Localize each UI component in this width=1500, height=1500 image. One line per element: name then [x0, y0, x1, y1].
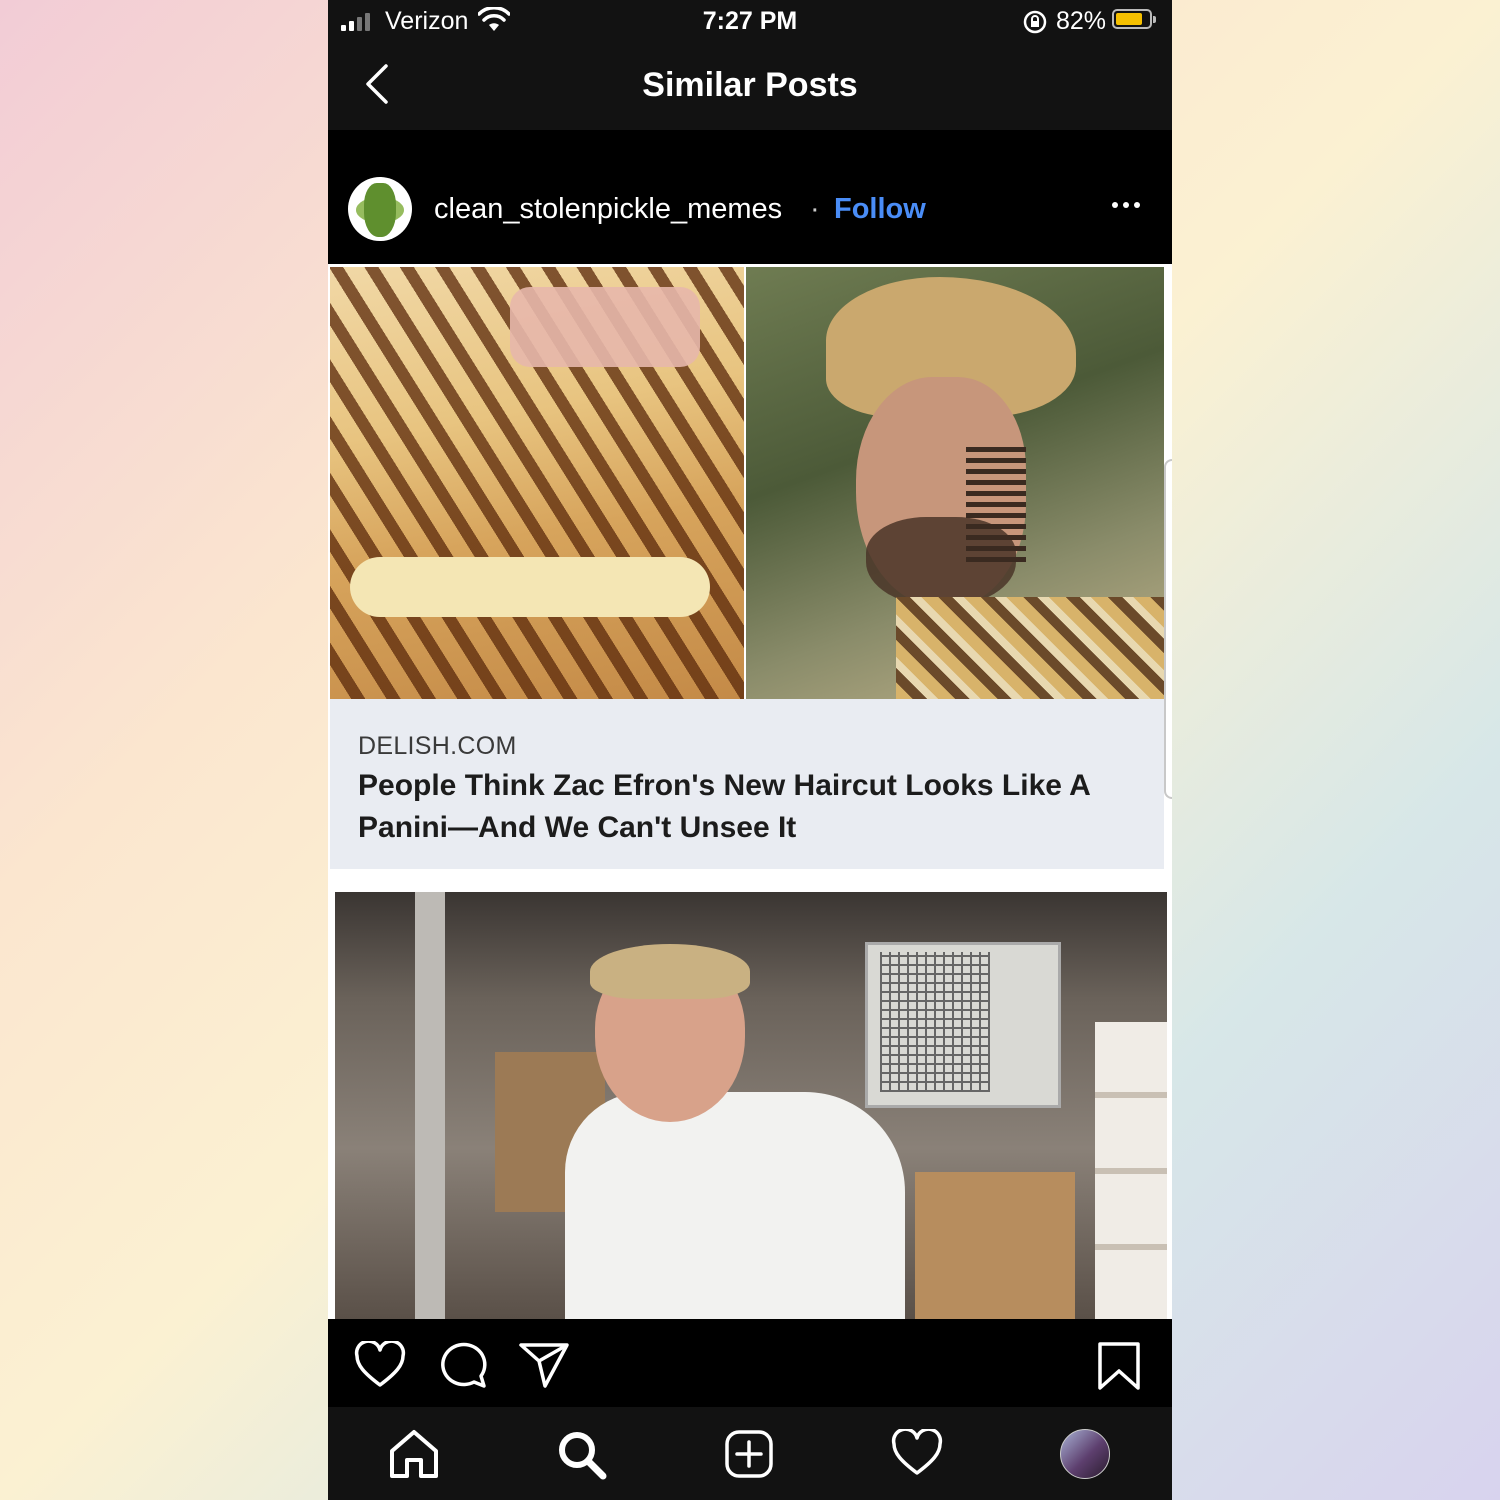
profile-avatar[interactable] [1060, 1429, 1110, 1479]
link-domain: DELISH.COM [358, 732, 517, 760]
status-bar: Verizon 7:27 PM 82% [328, 0, 1172, 44]
chef-photo [335, 892, 1167, 1319]
separator-dot: · [810, 193, 820, 225]
post-header: clean_stolenpickle_memes · Follow [328, 160, 1172, 264]
page-title: Similar Posts [642, 66, 858, 104]
activity-icon[interactable] [891, 1429, 943, 1477]
haircut-photo [746, 267, 1164, 699]
share-icon[interactable] [518, 1341, 570, 1389]
bookmark-icon[interactable] [1096, 1341, 1142, 1391]
home-icon[interactable] [388, 1429, 440, 1479]
nav-header: Similar Posts [328, 44, 1172, 130]
rotation-lock-icon [1023, 10, 1047, 34]
battery-fill [1116, 13, 1142, 25]
follow-button[interactable]: Follow [834, 193, 926, 226]
avatar[interactable] [348, 177, 412, 241]
link-headline: People Think Zac Efron's New Haircut Loo… [358, 769, 1090, 844]
new-post-icon[interactable] [724, 1429, 774, 1479]
phone-screen: Verizon 7:27 PM 82% Similar Posts clean_… [328, 0, 1172, 1500]
post-username[interactable]: clean_stolenpickle_memes [434, 193, 782, 226]
post-media[interactable]: DELISH.COM People Think Zac Efron's New … [328, 264, 1172, 1319]
heart-icon[interactable] [354, 1341, 406, 1389]
panini-image [330, 267, 744, 699]
battery-percent: 82% [1056, 7, 1107, 35]
tab-bar [328, 1407, 1172, 1500]
scroll-handle [1164, 459, 1172, 799]
post-action-bar [328, 1319, 1172, 1407]
more-horizontal-icon[interactable] [1112, 202, 1140, 208]
battery-icon [1112, 9, 1156, 29]
link-preview-card[interactable]: DELISH.COM People Think Zac Efron's New … [330, 699, 1164, 869]
comment-icon[interactable] [438, 1341, 488, 1389]
search-icon[interactable] [556, 1429, 608, 1481]
